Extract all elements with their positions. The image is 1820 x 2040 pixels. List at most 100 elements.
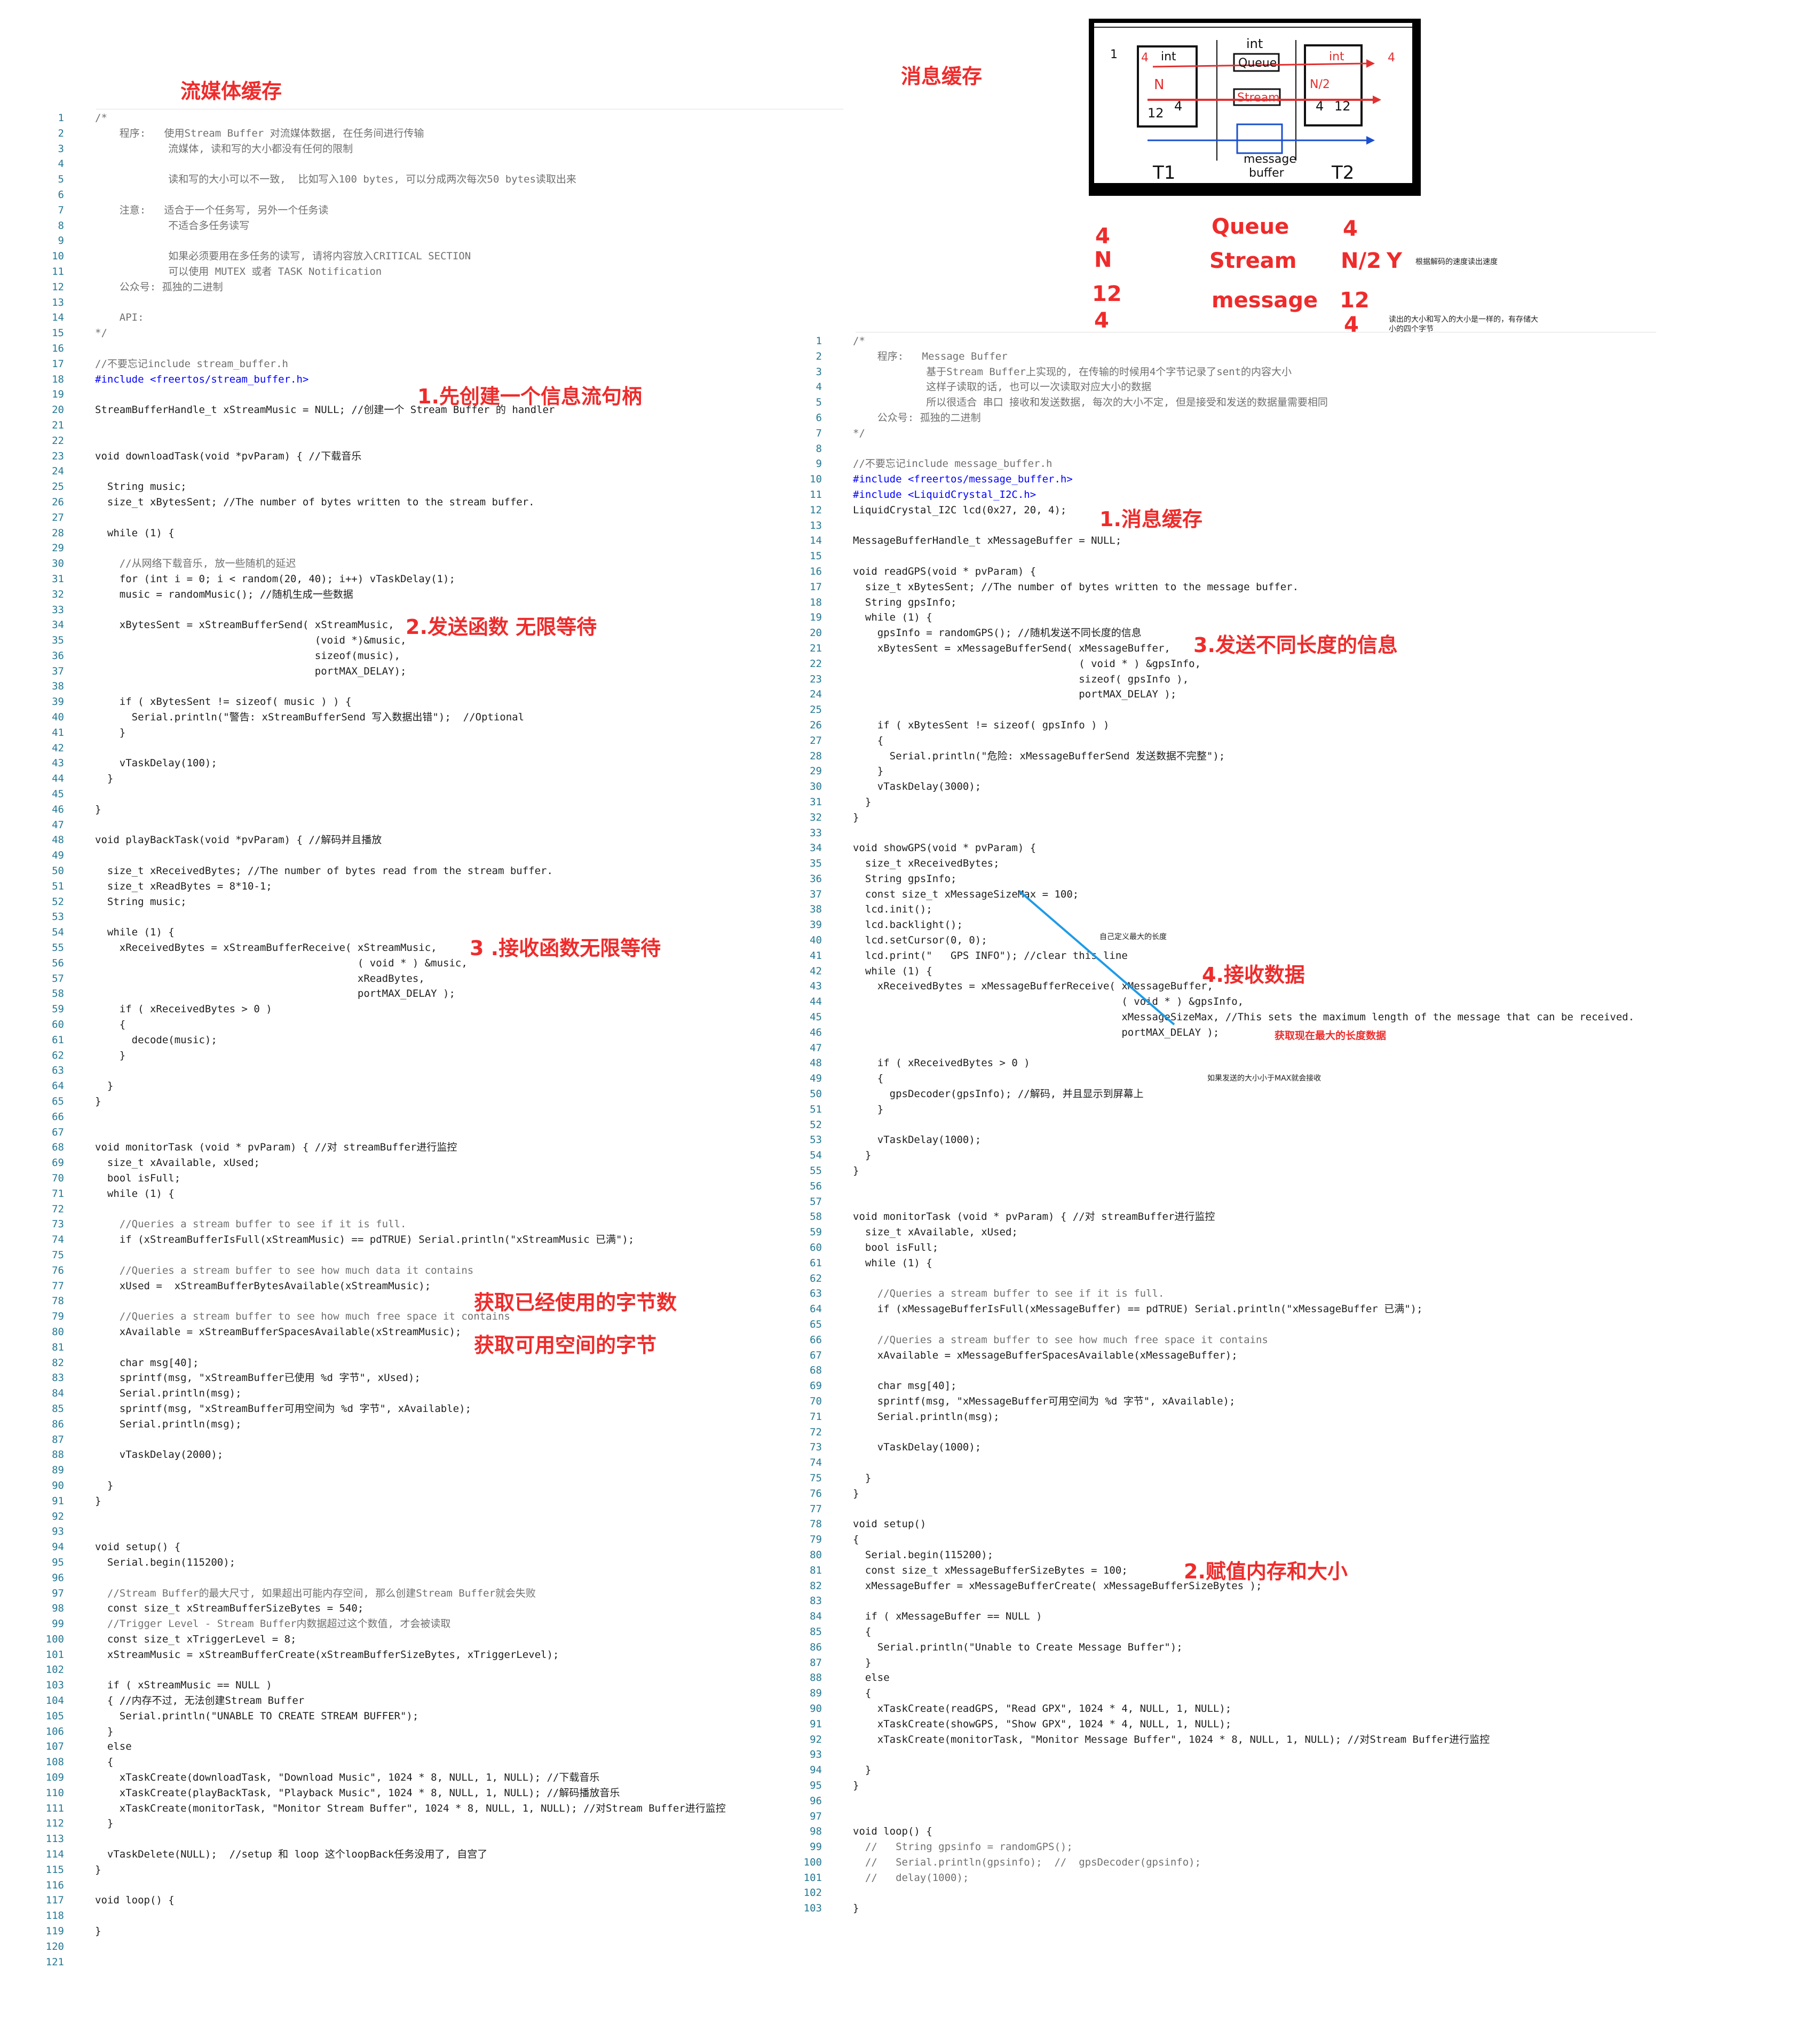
code-line: 110 xTaskCreate(playBackTask, "Playback … — [32, 1785, 843, 1801]
line-number: 98 — [52, 1602, 64, 1615]
compare-r2-c1: N — [1094, 248, 1112, 272]
code-line: 103} — [790, 1901, 1804, 1916]
code-line: 59 if ( xReceivedBytes > 0 ) — [32, 1002, 843, 1017]
line-number: 22 — [810, 657, 822, 670]
code-line: 32} — [790, 810, 1804, 825]
line-number: 18 — [52, 373, 64, 385]
code-text: } — [853, 811, 859, 823]
code-text: vTaskDelete(NULL); //setup 和 loop 这个loop… — [95, 1848, 488, 1861]
line-number: 34 — [52, 619, 64, 631]
code-line: 64 if (xMessageBufferIsFull(xMessageBuff… — [790, 1301, 1804, 1317]
line-number: 32 — [52, 588, 64, 600]
line-number: 74 — [52, 1234, 64, 1246]
code-text: /* — [95, 112, 107, 124]
code-text: //从网络下载音乐, 放一些随机的延迟 — [95, 558, 296, 570]
code-text: 注意: 适合于一个任务写, 另外一个任务读 — [95, 204, 329, 216]
code-line: 3 基于Stream Buffer上实现的, 在传输的时候用4个字节记录了sen… — [790, 364, 1804, 380]
code-line: 75 } — [790, 1471, 1804, 1486]
line-number: 82 — [810, 1579, 822, 1592]
line-number: 52 — [52, 895, 64, 908]
code-line: 19 while (1) { — [790, 610, 1804, 625]
line-number: 61 — [52, 1034, 64, 1046]
line-number: 9 — [58, 235, 64, 247]
sketch-left-int: int — [1161, 50, 1176, 63]
code-text: //不要忘记include message_buffer.h — [853, 458, 1053, 470]
line-number: 41 — [52, 726, 64, 739]
code-text: } — [853, 1487, 859, 1499]
code-line: 65} — [32, 1094, 843, 1109]
line-number: 73 — [52, 1218, 64, 1231]
code-line: 42 — [32, 741, 843, 756]
code-line: 88 else — [790, 1670, 1804, 1686]
code-line: 59 size_t xAvailable, xUsed; — [790, 1225, 1804, 1240]
line-number: 35 — [52, 634, 64, 647]
code-text: sizeof( gpsInfo ), — [853, 673, 1189, 685]
code-text: Serial.begin(115200); — [853, 1549, 994, 1561]
code-line: 38 lcd.init(); — [790, 902, 1804, 917]
code-line: 103 if ( xStreamMusic == NULL ) — [32, 1678, 843, 1693]
line-number: 43 — [810, 980, 822, 993]
line-number: 80 — [52, 1325, 64, 1338]
code-line: 106 } — [32, 1724, 843, 1740]
code-line: 71 Serial.println(msg); — [790, 1409, 1804, 1425]
line-number: 50 — [810, 1088, 822, 1100]
line-number: 16 — [810, 565, 822, 577]
code-text: sprintf(msg, "xStreamBuffer可用空间为 %d 字节",… — [95, 1402, 471, 1415]
code-line: 47 — [790, 1041, 1804, 1056]
line-number: 4 — [58, 158, 64, 170]
code-line: 14 API: — [32, 310, 843, 326]
code-text: xUsed = xStreamBufferBytesAvailable(xStr… — [95, 1280, 431, 1292]
line-number: 18 — [810, 596, 822, 608]
line-number: 28 — [810, 750, 822, 762]
code-line: 80 xAvailable = xStreamBufferSpacesAvail… — [32, 1324, 843, 1340]
line-number: 70 — [52, 1172, 64, 1184]
code-line: 87 — [32, 1432, 843, 1448]
code-line: 100 // Serial.println(gpsinfo); // gpsDe… — [790, 1855, 1804, 1870]
line-number: 109 — [45, 1772, 64, 1784]
line-number: 35 — [810, 858, 822, 870]
code-text: gpsInfo = randomGPS(); //随机发送不同长度的信息 — [853, 627, 1142, 639]
code-line: 102 — [32, 1662, 843, 1678]
code-line: 99 // String gpsinfo = randomGPS(); — [790, 1839, 1804, 1855]
line-number: 13 — [52, 296, 64, 308]
code-text: } — [853, 1656, 872, 1669]
code-line: 61 while (1) { — [790, 1256, 1804, 1271]
code-text: } — [853, 1149, 872, 1162]
line-number: 85 — [810, 1625, 822, 1638]
code-text: //Stream Buffer的最大尺寸, 如果超出可能内存空间, 那么创建St… — [95, 1587, 536, 1599]
code-line: 46} — [32, 802, 843, 817]
code-text: xAvailable = xStreamBufferSpacesAvailabl… — [95, 1325, 462, 1338]
code-line: 9 — [32, 233, 843, 249]
code-line: 115} — [32, 1862, 843, 1878]
code-line: 27 — [32, 510, 843, 526]
line-number: 47 — [810, 1042, 822, 1054]
code-text: bool isFull; — [853, 1242, 939, 1254]
code-line: 22 ( void * ) &gpsInfo, — [790, 656, 1804, 672]
line-number: 119 — [45, 1925, 64, 1938]
line-number: 72 — [52, 1203, 64, 1215]
code-text: void monitorTask (void * pvParam) { //对 … — [853, 1211, 1215, 1223]
code-text: void loop() { — [95, 1894, 175, 1907]
line-number: 50 — [52, 865, 64, 877]
code-text: Serial.println(msg); — [95, 1418, 242, 1430]
line-number: 59 — [810, 1226, 822, 1239]
code-text: 公众号: 孤独的二进制 — [95, 281, 223, 293]
line-number: 94 — [810, 1764, 822, 1776]
code-line: 98 void loop() { — [790, 1824, 1804, 1839]
code-line: 6 公众号: 孤独的二进制 — [790, 410, 1804, 426]
line-number: 94 — [52, 1541, 64, 1553]
code-line: 68 void monitorTask (void * pvParam) { //… — [32, 1140, 843, 1155]
line-number: 74 — [810, 1457, 822, 1469]
line-number: 56 — [810, 1180, 822, 1192]
compare-r1-queue: Queue — [1212, 215, 1289, 239]
sketch-t1: T1 — [1152, 162, 1175, 184]
line-number: 66 — [810, 1333, 822, 1346]
code-text: } — [95, 773, 114, 785]
line-number: 75 — [52, 1249, 64, 1261]
code-text: Serial.begin(115200); — [95, 1556, 236, 1568]
line-number: 92 — [810, 1733, 822, 1745]
code-line: 111 xTaskCreate(monitorTask, "Monitor St… — [32, 1801, 843, 1816]
code-line: 60 bool isFull; — [790, 1240, 1804, 1256]
code-text: if ( xReceivedBytes > 0 ) — [95, 1003, 272, 1015]
line-number: 76 — [52, 1264, 64, 1276]
